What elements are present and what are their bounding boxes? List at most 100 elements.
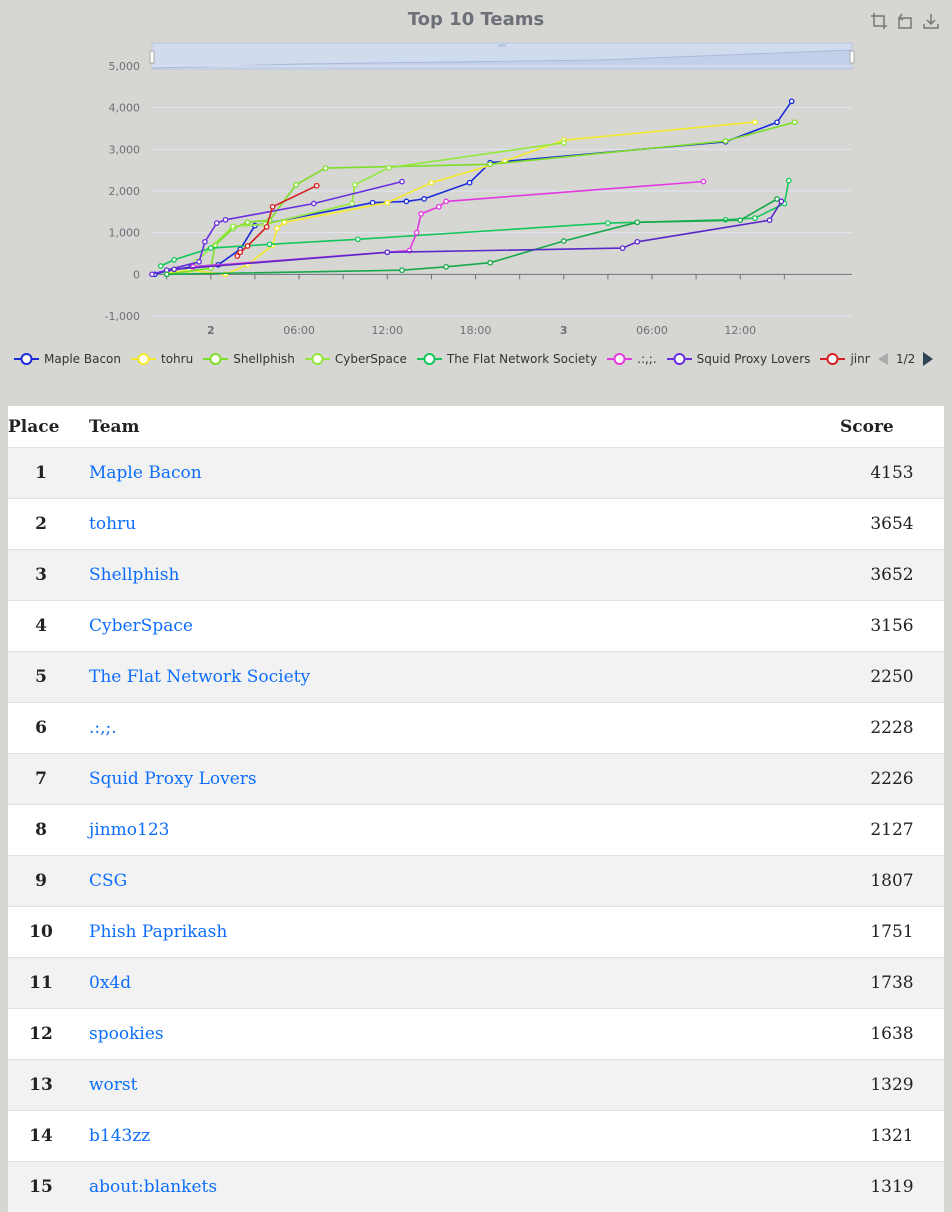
- legend-item[interactable]: .:,;.: [607, 352, 657, 366]
- team-link[interactable]: .:,;.: [89, 718, 117, 738]
- data-point[interactable]: [223, 218, 227, 222]
- team-link[interactable]: b143zz: [89, 1126, 150, 1146]
- data-point[interactable]: [790, 99, 794, 103]
- data-point[interactable]: [606, 221, 610, 225]
- data-point[interactable]: [467, 181, 471, 185]
- team-link[interactable]: 0x4d: [89, 973, 131, 993]
- data-point[interactable]: [419, 212, 423, 216]
- place-cell: 8: [8, 805, 74, 856]
- legend-item[interactable]: Squid Proxy Lovers: [667, 352, 811, 366]
- data-point[interactable]: [353, 183, 357, 187]
- data-point[interactable]: [150, 272, 154, 276]
- data-point[interactable]: [415, 231, 419, 235]
- data-point[interactable]: [422, 197, 426, 201]
- data-point[interactable]: [312, 201, 316, 205]
- data-point[interactable]: [792, 120, 796, 124]
- zoom-icon[interactable]: [870, 12, 888, 30]
- data-point[interactable]: [787, 178, 791, 182]
- legend-item[interactable]: jinmo123: [820, 352, 870, 366]
- data-point[interactable]: [315, 184, 319, 188]
- data-point[interactable]: [738, 218, 742, 222]
- data-point[interactable]: [400, 179, 404, 183]
- team-link[interactable]: worst: [89, 1075, 137, 1095]
- data-point[interactable]: [172, 267, 176, 271]
- zoom-slider-handle-left[interactable]: [150, 51, 154, 63]
- data-point[interactable]: [209, 246, 213, 250]
- data-point[interactable]: [753, 216, 757, 220]
- legend-item[interactable]: CyberSpace: [305, 352, 407, 366]
- data-point[interactable]: [620, 246, 624, 250]
- data-point[interactable]: [165, 272, 169, 276]
- data-point[interactable]: [203, 240, 207, 244]
- series-line[interactable]: [174, 201, 781, 269]
- data-point[interactable]: [385, 201, 389, 205]
- data-point[interactable]: [775, 197, 779, 201]
- data-point[interactable]: [488, 261, 492, 265]
- team-link[interactable]: jinmo123: [89, 820, 169, 840]
- data-point[interactable]: [767, 218, 771, 222]
- team-link[interactable]: Shellphish: [89, 565, 179, 585]
- team-cell: spookies: [74, 1009, 840, 1060]
- download-icon[interactable]: [922, 12, 940, 30]
- data-point[interactable]: [753, 120, 757, 124]
- legend-item[interactable]: Maple Bacon: [14, 352, 121, 366]
- data-point[interactable]: [215, 221, 219, 225]
- legend-item[interactable]: Shellphish: [203, 352, 295, 366]
- data-point[interactable]: [172, 258, 176, 262]
- data-point[interactable]: [245, 220, 249, 224]
- data-point[interactable]: [701, 179, 705, 183]
- team-link[interactable]: about:blankets: [89, 1177, 217, 1197]
- team-link[interactable]: Maple Bacon: [89, 463, 202, 483]
- data-point[interactable]: [385, 250, 389, 254]
- data-point[interactable]: [275, 226, 279, 230]
- data-point[interactable]: [429, 181, 433, 185]
- legend-items: Maple Bacon tohru Shellphish CyberSpace The …: [14, 352, 870, 366]
- data-point[interactable]: [779, 199, 783, 203]
- data-point[interactable]: [775, 120, 779, 124]
- data-point[interactable]: [404, 199, 408, 203]
- data-point[interactable]: [488, 162, 492, 166]
- data-point[interactable]: [197, 260, 201, 264]
- team-link[interactable]: Squid Proxy Lovers: [89, 769, 257, 789]
- data-point[interactable]: [270, 205, 274, 209]
- legend-label: jinmo123: [850, 352, 870, 366]
- zoom-slider-grip[interactable]: [498, 44, 506, 47]
- data-point[interactable]: [323, 166, 327, 170]
- data-point[interactable]: [350, 201, 354, 205]
- data-point[interactable]: [294, 183, 298, 187]
- score-cell: 1321: [840, 1111, 944, 1162]
- team-link[interactable]: tohru: [89, 514, 136, 534]
- data-point[interactable]: [437, 205, 441, 209]
- data-point[interactable]: [370, 201, 374, 205]
- team-link[interactable]: Phish Paprikash: [89, 922, 227, 942]
- data-point[interactable]: [562, 141, 566, 145]
- legend-item[interactable]: The Flat Network Society: [417, 352, 597, 366]
- data-point[interactable]: [635, 220, 639, 224]
- legend-next-icon[interactable]: [923, 352, 933, 366]
- data-point[interactable]: [562, 239, 566, 243]
- data-point[interactable]: [723, 139, 727, 143]
- zoom-slider-handle-right[interactable]: [850, 51, 854, 63]
- data-point[interactable]: [635, 240, 639, 244]
- data-point[interactable]: [238, 250, 242, 254]
- data-point[interactable]: [159, 264, 163, 268]
- team-link[interactable]: The Flat Network Society: [89, 667, 310, 687]
- data-point[interactable]: [245, 244, 249, 248]
- data-point[interactable]: [444, 199, 448, 203]
- team-link[interactable]: CyberSpace: [89, 616, 193, 636]
- header-team[interactable]: Team: [74, 406, 840, 448]
- data-point[interactable]: [387, 166, 391, 170]
- data-point[interactable]: [231, 224, 235, 228]
- legend-prev-icon[interactable]: [878, 353, 888, 365]
- team-link[interactable]: spookies: [89, 1024, 164, 1044]
- data-point[interactable]: [356, 237, 360, 241]
- header-place[interactable]: Place: [8, 406, 74, 448]
- data-point[interactable]: [265, 225, 269, 229]
- data-point[interactable]: [444, 265, 448, 269]
- legend-item[interactable]: tohru: [131, 352, 193, 366]
- team-link[interactable]: CSG: [89, 871, 127, 891]
- reset-icon[interactable]: [896, 12, 914, 30]
- header-score[interactable]: Score: [840, 406, 944, 448]
- data-point[interactable]: [400, 268, 404, 272]
- data-point[interactable]: [267, 242, 271, 246]
